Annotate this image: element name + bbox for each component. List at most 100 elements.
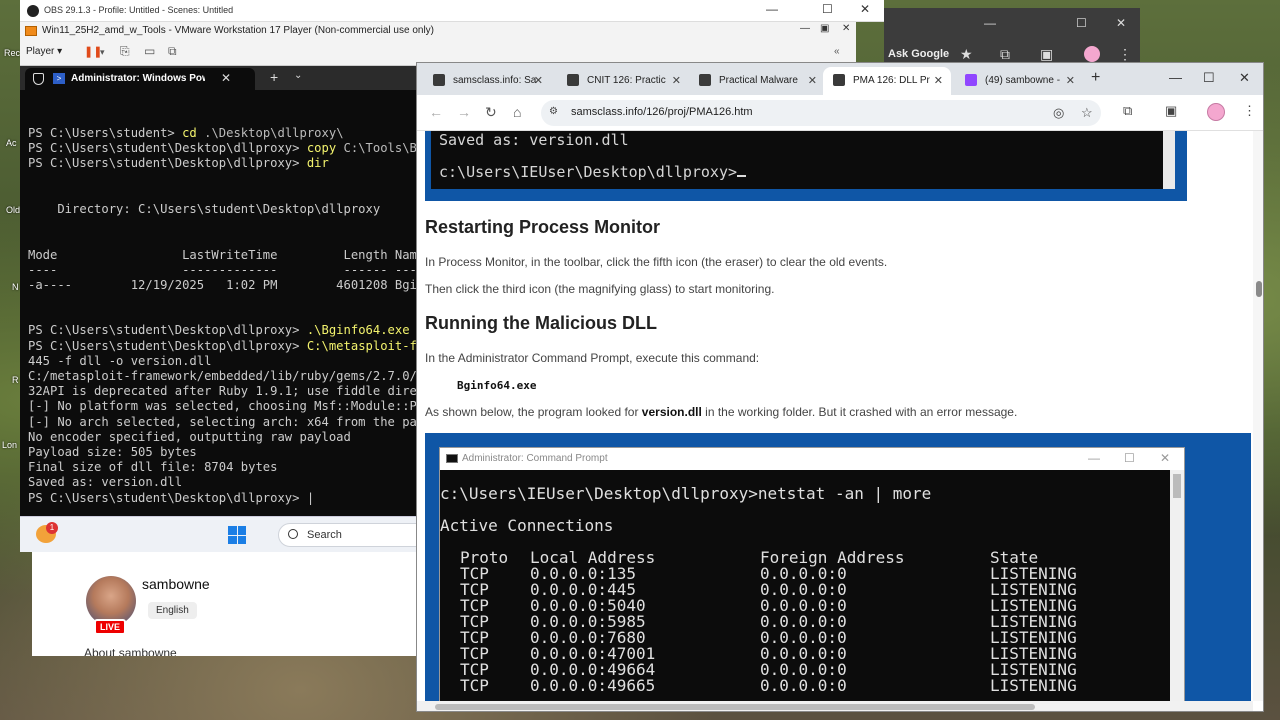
desktop-icon-label[interactable]: Lon bbox=[2, 440, 17, 450]
horizontal-scrollbar[interactable] bbox=[417, 701, 1253, 711]
prompt-text: PS C:\Users\student> bbox=[28, 126, 183, 140]
browser-tab-strip: samsclass.info: Sa ✕ CNIT 126: Practic ✕… bbox=[417, 63, 1263, 95]
web-page-content[interactable]: Saved as: version.dll c:\Users\IEUser\De… bbox=[417, 131, 1253, 701]
fit-guest-icon[interactable]: ▭ bbox=[144, 44, 155, 58]
close-icon[interactable]: ✕ bbox=[1066, 74, 1075, 87]
profile-avatar[interactable] bbox=[1207, 103, 1225, 121]
restore-button[interactable]: ▣ bbox=[820, 23, 829, 34]
bookmark-star-icon[interactable]: ☆ bbox=[1081, 105, 1093, 121]
obs-logo-icon bbox=[27, 5, 39, 17]
browser-tab-active[interactable]: PMA 126: DLL Pr ✕ bbox=[823, 67, 951, 95]
send-ctrl-alt-del-icon[interactable]: ⎘ bbox=[120, 44, 130, 59]
command-text: copy bbox=[306, 141, 337, 156]
argument-text: C:\Tools\Bg bbox=[336, 141, 420, 156]
back-button[interactable]: ← bbox=[429, 104, 443, 120]
about-heading: About sambowne bbox=[84, 646, 177, 656]
minimize-button[interactable]: — bbox=[984, 16, 996, 30]
netstat-cell: 0.0.0.0:0 bbox=[760, 676, 847, 695]
eye-off-icon[interactable]: ◎ bbox=[1053, 105, 1064, 121]
terminal-line: Payload size: 505 bytes bbox=[28, 444, 197, 459]
screenshot-netstat: Administrator: Command Prompt — ☐ ✕ c:\U… bbox=[425, 433, 1251, 701]
close-button[interactable]: ✕ bbox=[1116, 16, 1126, 30]
address-bar[interactable]: ⚙ samsclass.info/126/proj/PMA126.htm ◎ ☆ bbox=[541, 100, 1101, 126]
obs-window-titlebar[interactable]: OBS 29.1.3 - Profile: Untitled - Scenes:… bbox=[20, 0, 884, 22]
collapse-icon[interactable]: « bbox=[834, 46, 840, 57]
ask-google-button[interactable]: Ask Google bbox=[888, 48, 949, 60]
tab-search-icon[interactable]: ▣ bbox=[1165, 103, 1177, 119]
extensions-icon[interactable]: ⧉ bbox=[1123, 103, 1132, 119]
close-icon[interactable]: ✕ bbox=[534, 74, 543, 87]
desktop-icon-label[interactable]: Old bbox=[6, 205, 20, 215]
new-tab-button[interactable]: + bbox=[270, 69, 278, 85]
chevron-down-icon[interactable]: ⌄ bbox=[294, 70, 302, 81]
terminal-line: 445 -f dll -o version.dll bbox=[28, 353, 212, 368]
prompt-text: PS C:\Users\student\Desktop\dllproxy> bbox=[28, 156, 307, 171]
menu-icon[interactable]: ⋮ bbox=[1118, 46, 1132, 63]
tab-search-icon[interactable]: ▣ bbox=[1040, 46, 1053, 63]
maximize-button[interactable]: ☐ bbox=[1203, 70, 1215, 86]
background-browser-window[interactable]: — ☐ ✕ Ask Google ★ ⧉ ▣ ⋮ bbox=[884, 8, 1140, 68]
close-icon: ✕ bbox=[1160, 451, 1171, 465]
netstat-cell: TCP bbox=[460, 676, 489, 695]
minimize-button[interactable]: — bbox=[766, 2, 778, 16]
site-info-icon[interactable]: ⚙ bbox=[549, 106, 563, 120]
browser-tab[interactable]: (49) sambowne - ✕ bbox=[955, 67, 1083, 95]
maximize-button[interactable]: ☐ bbox=[1076, 16, 1087, 30]
desktop-icon-label[interactable]: Ac bbox=[6, 138, 17, 148]
desktop-icon-label[interactable]: R bbox=[12, 375, 19, 385]
taskbar-search-box[interactable]: Search bbox=[278, 523, 428, 547]
minimize-button[interactable]: — bbox=[800, 23, 810, 34]
windows-taskbar: 1 Search bbox=[20, 516, 428, 552]
browser-tab[interactable]: samsclass.info: Sa ✕ bbox=[423, 67, 551, 95]
notification-badge: 1 bbox=[46, 522, 58, 534]
desktop-icon-label[interactable]: Rec bbox=[4, 48, 20, 58]
close-icon[interactable]: ✕ bbox=[672, 74, 681, 87]
scrollbar bbox=[1170, 470, 1184, 701]
prompt-text: PS C:\Users\student\Desktop\dllproxy> bbox=[28, 323, 307, 338]
player-menu[interactable]: Player ▾ bbox=[26, 46, 62, 57]
star-icon[interactable]: ★ bbox=[960, 46, 973, 63]
terminal-line: PS C:\Users\student\Desktop\dllproxy> co… bbox=[28, 141, 420, 156]
terminal-line: [-] No platform was selected, choosing M… bbox=[28, 399, 420, 414]
close-button[interactable]: ✕ bbox=[860, 2, 870, 16]
new-tab-button[interactable]: + bbox=[1091, 69, 1100, 87]
terminal-output[interactable]: PS C:\Users\student> cd .\Desktop\dllpro… bbox=[28, 126, 420, 506]
menu-icon[interactable]: ⋮ bbox=[1243, 103, 1256, 119]
minimize-button[interactable]: — bbox=[1169, 70, 1182, 85]
terminal-tab[interactable]: > Administrator: Windows PowerShell ✕ bbox=[25, 68, 255, 90]
tab-label: Practical Malware bbox=[719, 75, 798, 86]
desktop-icon-label[interactable]: N bbox=[12, 282, 19, 292]
channel-name[interactable]: sambowne bbox=[142, 576, 210, 592]
browser-tab[interactable]: CNIT 126: Practic ✕ bbox=[557, 67, 689, 95]
language-badge: English bbox=[148, 602, 197, 619]
unity-icon[interactable]: ⧉ bbox=[168, 44, 177, 59]
chevron-down-icon[interactable]: ▾ bbox=[100, 47, 105, 58]
terminal-line: PS C:\Users\student> cd .\Desktop\dllpro… bbox=[28, 126, 420, 141]
start-button[interactable] bbox=[228, 526, 246, 544]
vmware-icon bbox=[25, 26, 37, 36]
browser-tab[interactable]: Practical Malware ✕ bbox=[689, 67, 825, 95]
command-text: C:\metasploit-fr bbox=[306, 338, 420, 353]
close-icon[interactable]: ✕ bbox=[934, 74, 943, 87]
forward-button[interactable]: → bbox=[457, 104, 471, 120]
home-button[interactable]: ⌂ bbox=[513, 104, 521, 120]
close-button[interactable]: ✕ bbox=[842, 23, 850, 34]
scrollbar-thumb[interactable] bbox=[1256, 281, 1262, 297]
browser-window[interactable]: samsclass.info: Sa ✕ CNIT 126: Practic ✕… bbox=[416, 62, 1264, 712]
maximize-icon: ☐ bbox=[1124, 451, 1135, 465]
extensions-icon[interactable]: ⧉ bbox=[1000, 46, 1010, 63]
maximize-button[interactable]: ☐ bbox=[822, 2, 833, 16]
vertical-scrollbar[interactable] bbox=[1253, 131, 1263, 701]
console-area: Saved as: version.dll c:\Users\IEUser\De… bbox=[431, 131, 1175, 189]
reload-button[interactable]: ↻ bbox=[485, 104, 497, 121]
close-icon[interactable]: ✕ bbox=[808, 74, 817, 87]
close-icon[interactable]: ✕ bbox=[221, 71, 231, 85]
close-button[interactable]: ✕ bbox=[1239, 70, 1250, 86]
scrollbar-thumb[interactable] bbox=[435, 704, 1035, 710]
command-prompt-window: Administrator: Command Prompt — ☐ ✕ c:\U… bbox=[439, 447, 1185, 701]
powershell-terminal-window[interactable]: > Administrator: Windows PowerShell ✕ + … bbox=[20, 66, 420, 516]
profile-avatar[interactable] bbox=[1084, 46, 1100, 62]
terminal-tab-bar: > Administrator: Windows PowerShell ✕ + … bbox=[20, 66, 420, 90]
